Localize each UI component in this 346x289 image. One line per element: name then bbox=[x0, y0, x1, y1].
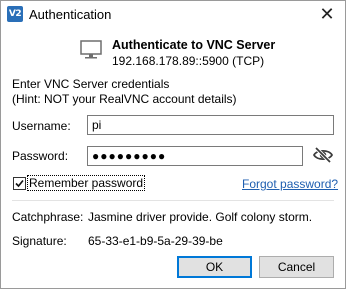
forgot-password-link[interactable]: Forgot password? bbox=[242, 177, 338, 191]
credentials-prompt: Enter VNC Server credentials (Hint: NOT … bbox=[12, 77, 237, 107]
remember-password-label[interactable]: Remember password bbox=[26, 175, 146, 191]
prompt-line: Enter VNC Server credentials bbox=[12, 77, 170, 91]
checkmark-icon bbox=[15, 179, 24, 188]
username-label: Username: bbox=[12, 119, 71, 133]
server-address: 192.168.178.89::5900 (TCP) bbox=[112, 54, 265, 68]
catchphrase-value: Jasmine driver provide. Golf colony stor… bbox=[88, 210, 313, 224]
remember-password-checkbox[interactable] bbox=[13, 177, 26, 190]
username-field[interactable]: pi bbox=[87, 115, 334, 135]
close-icon: ✕ bbox=[319, 4, 335, 25]
eye-slash-icon[interactable] bbox=[312, 146, 334, 164]
title-bar[interactable]: V2 Authentication ✕ bbox=[1, 1, 345, 29]
cancel-button[interactable]: Cancel bbox=[259, 256, 334, 278]
signature-label: Signature: bbox=[12, 234, 67, 248]
prompt-hint: (Hint: NOT your RealVNC account details) bbox=[12, 92, 237, 106]
ok-button[interactable]: OK bbox=[177, 256, 252, 278]
signature-value: 65-33-e1-b9-5a-29-39-be bbox=[88, 234, 223, 248]
password-field[interactable]: ●●●●●●●●● bbox=[87, 146, 303, 166]
divider bbox=[12, 200, 334, 201]
password-label: Password: bbox=[12, 149, 69, 163]
window-title: Authentication bbox=[29, 7, 112, 22]
vnc-viewer-app-icon: V2 bbox=[7, 6, 23, 22]
catchphrase-label: Catchphrase: bbox=[12, 210, 84, 224]
authentication-dialog: V2 Authentication ✕ Authenticate to VNC … bbox=[0, 0, 346, 289]
monitor-icon bbox=[80, 40, 102, 59]
password-masked-value: ●●●●●●●●● bbox=[92, 149, 167, 163]
username-value: pi bbox=[92, 118, 102, 132]
dialog-heading: Authenticate to VNC Server bbox=[112, 38, 276, 52]
close-button[interactable]: ✕ bbox=[309, 1, 345, 29]
